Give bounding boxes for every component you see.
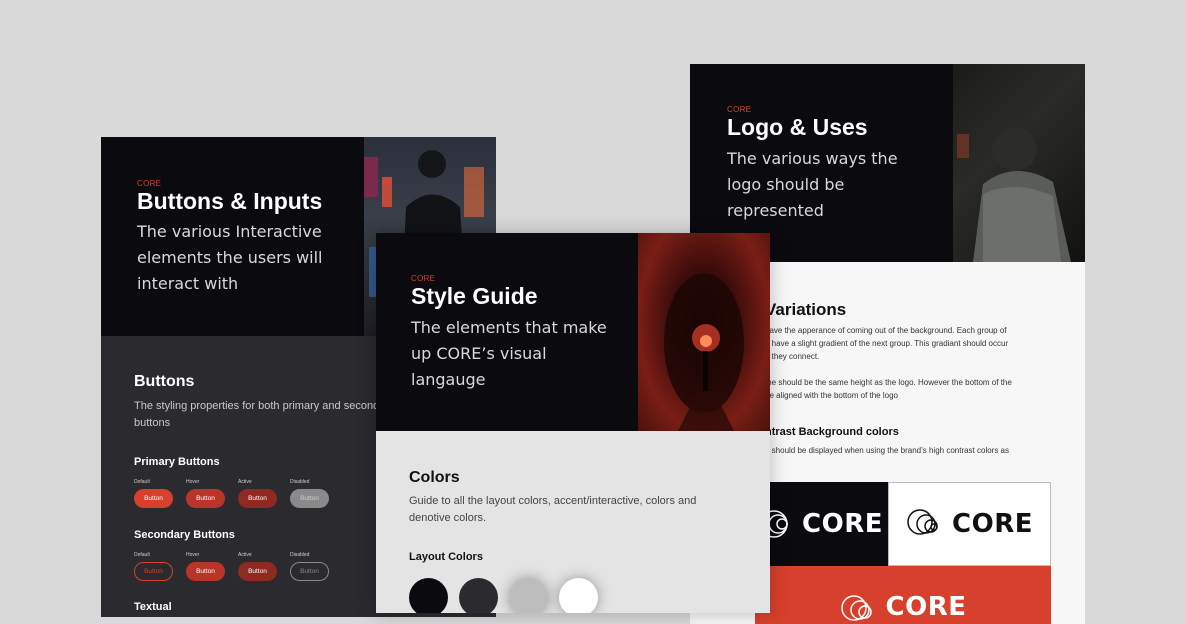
size-text: me should be the same height as the logo… [765,378,1012,400]
secondary-button-hover[interactable]: Button [186,562,225,581]
primary-button-active[interactable]: Button [238,489,277,508]
style-eyebrow: CORE [411,274,436,283]
contrast-title: ntrast Background colors [765,426,899,438]
variations-title: Variations [765,300,847,319]
logo-word-accent: CORE [885,592,967,622]
state-label-hover: Hover [186,552,200,558]
style-hero-photo [638,233,770,431]
logo-mark-icon [840,595,872,621]
logo-hero-photo [953,64,1085,262]
primary-buttons-title: Primary Buttons [134,456,220,468]
state-label-active: Active [238,552,252,558]
state-label-default: Default [134,479,150,485]
primary-button-disabled: Button [290,489,329,508]
contrast-text: o should be displayed when using the bra… [765,446,1010,468]
buttons-section-title: Buttons [134,373,195,390]
primary-button-default[interactable]: Button [134,489,173,508]
primary-button-hover[interactable]: Button [186,489,225,508]
buttons-title: Buttons & Inputs [137,188,323,214]
state-label-disabled: Disabled [290,552,310,558]
state-label-default: Default [134,552,150,558]
secondary-button-active[interactable]: Button [238,562,277,581]
style-subtitle: The elements that make up CORE’s visual … [411,318,607,389]
layout-colors-title: Layout Colors [409,551,483,563]
logo-title: Logo & Uses [727,114,868,140]
buttons-section-desc: The styling properties for both primary … [134,400,395,429]
state-label-disabled: Disabled [290,479,310,485]
state-label-hover: Hover [186,479,200,485]
logo-mark-icon [907,509,938,535]
secondary-button-default[interactable]: Button [134,562,173,581]
logo-eyebrow: CORE [727,105,752,114]
variations-text: have the apperance of coming out of the … [765,326,1009,361]
state-label-active: Active [238,479,252,485]
logo-tile-light: CORE [888,482,1051,566]
colors-title: Colors [409,469,460,486]
colors-desc: Guide to all the layout colors, accent/i… [409,495,697,524]
textual-buttons-title: Textual [134,601,172,613]
style-title: Style Guide [411,283,538,309]
secondary-buttons-title: Secondary Buttons [134,529,235,541]
logo-tile-dark: CORE [755,482,888,566]
style-guide-card: CORE Style Guide The elements that make … [376,233,770,613]
secondary-button-disabled: Button [290,562,329,581]
buttons-eyebrow: CORE [137,179,162,188]
style-hero: CORE Style Guide The elements that make … [376,233,770,431]
logo-word-dark: CORE [802,509,883,539]
buttons-subtitle: The various Interactive elements the use… [137,222,323,293]
logo-tile-accent: CORE [755,566,1051,624]
logo-subtitle: The various ways the logo should be repr… [727,149,898,220]
logo-word-light: CORE [952,509,1033,539]
